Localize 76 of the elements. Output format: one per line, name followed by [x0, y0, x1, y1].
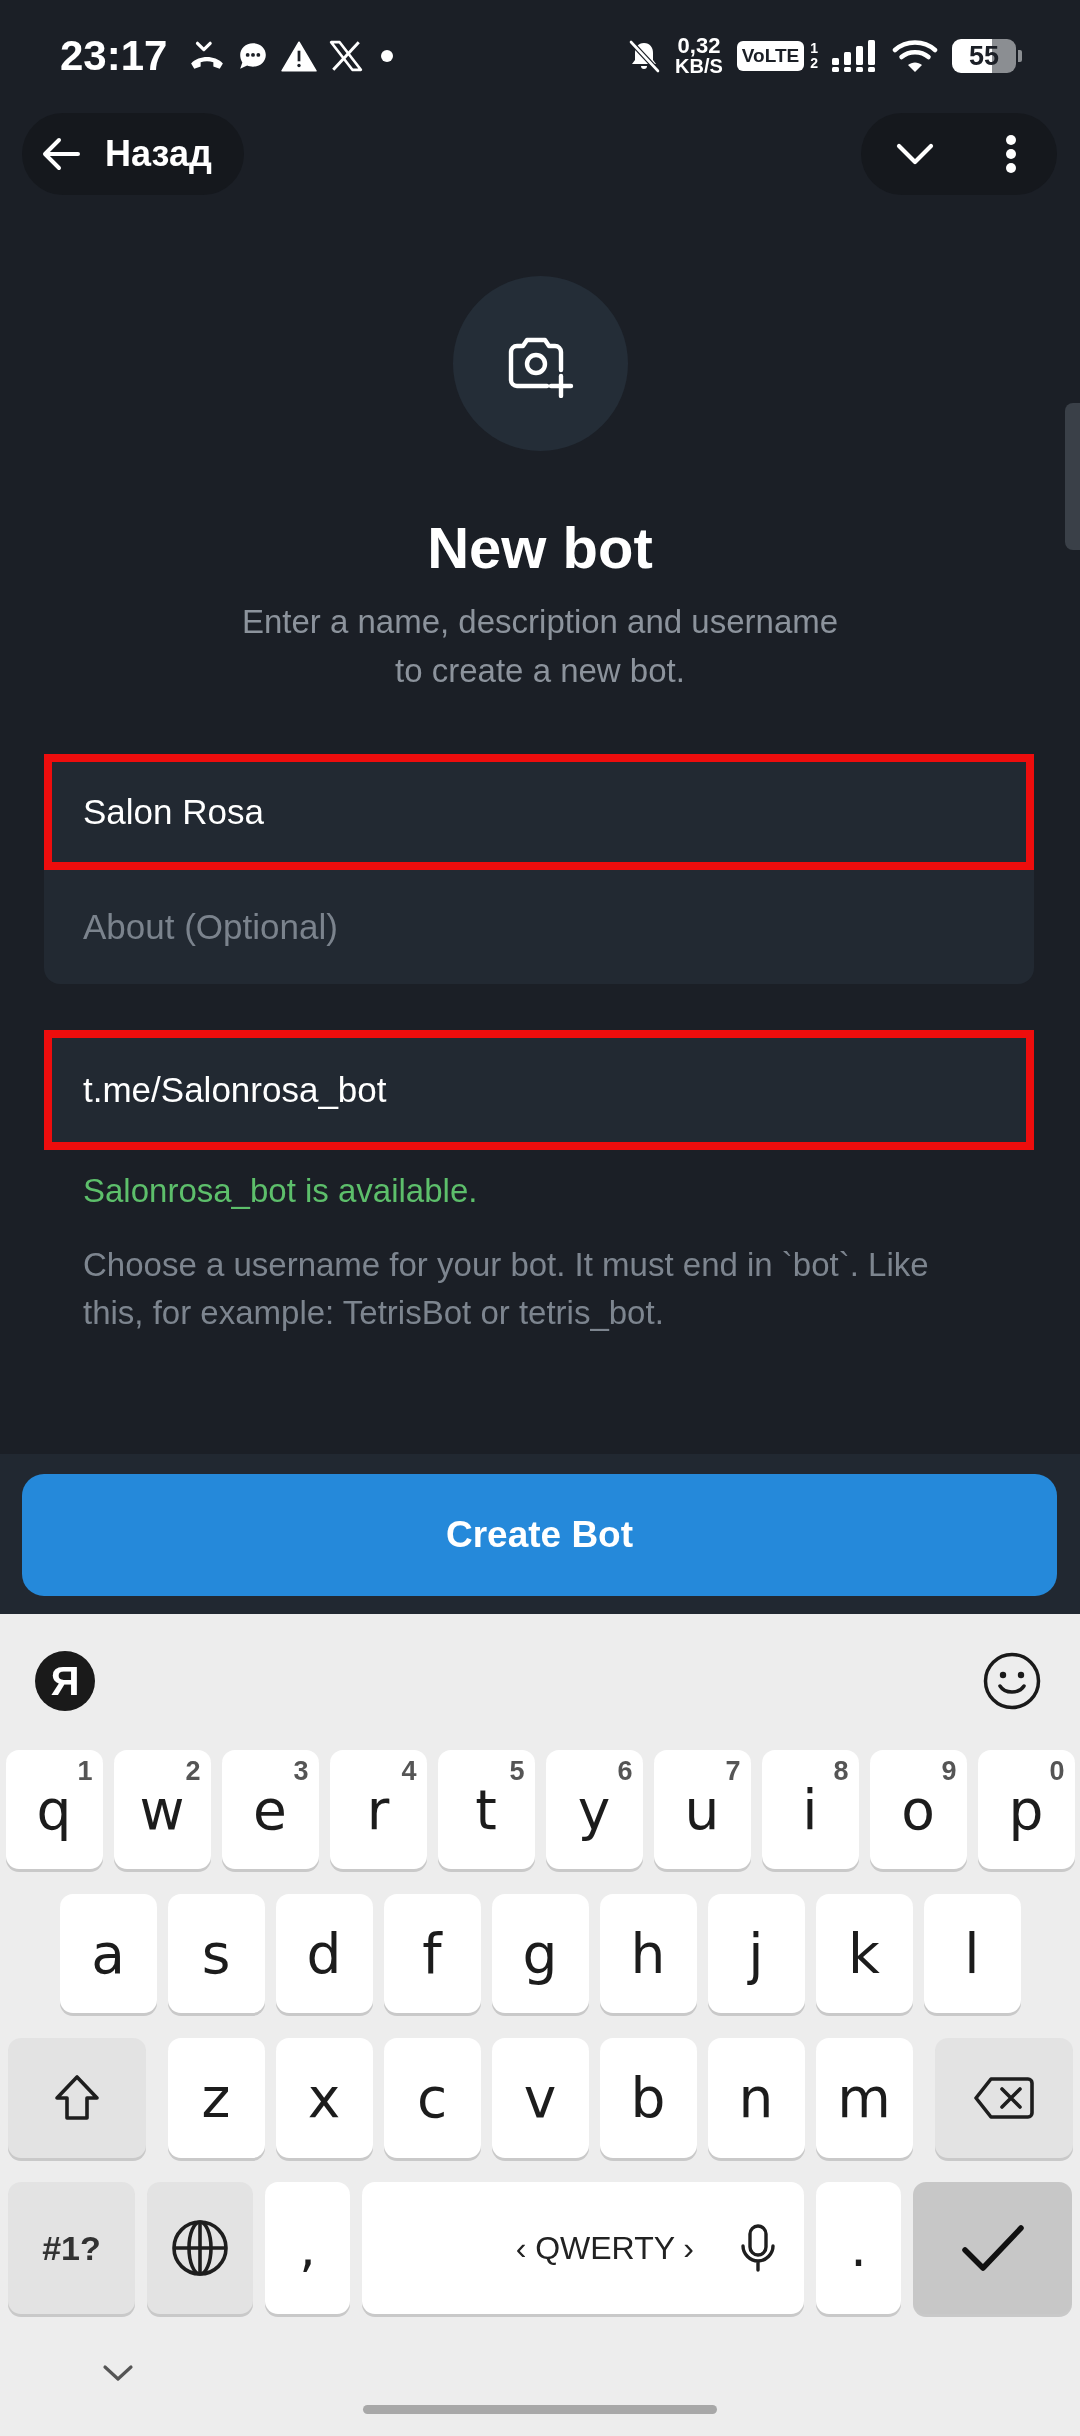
keyboard-logo-button[interactable]: Я	[35, 1651, 95, 1711]
volte-badge: VoLTE	[736, 41, 805, 71]
shift-key[interactable]	[7, 2038, 146, 2158]
letter-key[interactable]: y 6	[545, 1750, 643, 1869]
key-hint: 0	[1049, 1756, 1065, 1787]
more-icon[interactable]	[1005, 134, 1017, 174]
symbols-key[interactable]: #1?	[8, 2182, 135, 2314]
letter-key[interactable]: o 9	[869, 1750, 967, 1869]
key-hint: 6	[617, 1756, 633, 1787]
warning-icon	[281, 40, 318, 72]
key-hint: 3	[293, 1756, 309, 1787]
punctuation-key[interactable]: ,	[265, 2182, 350, 2314]
create-bot-button[interactable]: Create Bot	[22, 1474, 1057, 1596]
network-speed-value: 0,32	[677, 35, 721, 56]
page-title: New bot	[427, 514, 653, 582]
letter-key[interactable]: i 8	[761, 1750, 859, 1869]
letter-key[interactable]: t 5	[437, 1750, 535, 1869]
notification-dot-icon	[381, 50, 394, 62]
letter-key[interactable]: c	[383, 2038, 481, 2158]
input-field[interactable]: About (Optional)	[44, 870, 1034, 984]
letter-key[interactable]: j	[707, 1894, 805, 2013]
letter-key[interactable]: b	[599, 2038, 697, 2158]
letter-key[interactable]: m	[815, 2038, 913, 2158]
letter-key[interactable]: a	[59, 1894, 157, 2013]
letter-key[interactable]: k	[815, 1894, 913, 2013]
key-hint: 5	[509, 1756, 525, 1787]
enter-key[interactable]	[913, 2182, 1072, 2314]
key-hint: 1	[77, 1756, 93, 1787]
globe-icon	[171, 2219, 229, 2277]
letter-key[interactable]: e 3	[221, 1750, 319, 1869]
microphone-icon	[738, 2223, 778, 2273]
signal-icon	[832, 40, 878, 72]
checkmark-icon	[960, 2224, 1025, 2272]
x-logo-icon	[329, 40, 364, 72]
key-hint: 4	[401, 1756, 417, 1787]
letter-key[interactable]: f	[383, 1894, 481, 2013]
key-hint: 2	[185, 1756, 201, 1787]
letter-key[interactable]: z	[167, 2038, 265, 2158]
letter-key[interactable]: d	[275, 1894, 373, 2013]
back-button[interactable]: Назад	[22, 113, 244, 195]
battery-indicator: 55	[952, 39, 1022, 73]
letter-key[interactable]: q 1	[5, 1750, 103, 1869]
backspace-icon	[972, 2076, 1035, 2120]
letter-key[interactable]: l	[923, 1894, 1021, 2013]
letter-key[interactable]: g	[491, 1894, 589, 2013]
help-text: Choose a username for your bot. It must end in `bot`. Like this, for example: TetrisBot or tetris_bot.	[83, 1245, 930, 1333]
wifi-icon	[892, 39, 938, 73]
letter-key[interactable]: r 4	[329, 1750, 427, 1869]
letter-key[interactable]: u 7	[653, 1750, 751, 1869]
key-hint: 8	[833, 1756, 849, 1787]
status-time: 23:17	[60, 32, 168, 80]
language-key[interactable]	[147, 2182, 253, 2314]
letter-key[interactable]: s	[167, 1894, 265, 2013]
letter-key[interactable]: w 2	[113, 1750, 211, 1869]
letter-key[interactable]: p 0	[977, 1750, 1075, 1869]
letter-key[interactable]: v	[491, 2038, 589, 2158]
bell-off-icon	[627, 39, 662, 73]
input-field[interactable]: Salon Rosa	[44, 754, 1034, 870]
punctuation-key[interactable]: .	[816, 2182, 901, 2314]
sim-label: 2	[810, 56, 818, 71]
availability-message: Salonrosa_bot is available.	[83, 1171, 478, 1211]
letter-key[interactable]: n	[707, 2038, 805, 2158]
letter-key[interactable]: h	[599, 1894, 697, 2013]
back-arrow-icon	[41, 136, 81, 172]
smiley-icon[interactable]	[983, 1652, 1041, 1710]
missed-call-icon	[189, 40, 226, 72]
backspace-key[interactable]	[934, 2038, 1073, 2158]
space-bar[interactable]: ‹ QWERTY ›	[362, 2182, 804, 2314]
input-field[interactable]: t.me/Salonrosa_bot	[44, 1030, 1034, 1150]
key-hint: 9	[941, 1756, 957, 1787]
page-subtitle: Enter a name, description and username to create a new bot.	[240, 602, 840, 691]
chevron-down-icon[interactable]	[102, 2364, 134, 2382]
sim-label: 1	[810, 41, 818, 56]
letter-key[interactable]: x	[275, 2038, 373, 2158]
key-hint: 7	[725, 1756, 741, 1787]
network-speed-unit: KB/S	[675, 56, 723, 77]
